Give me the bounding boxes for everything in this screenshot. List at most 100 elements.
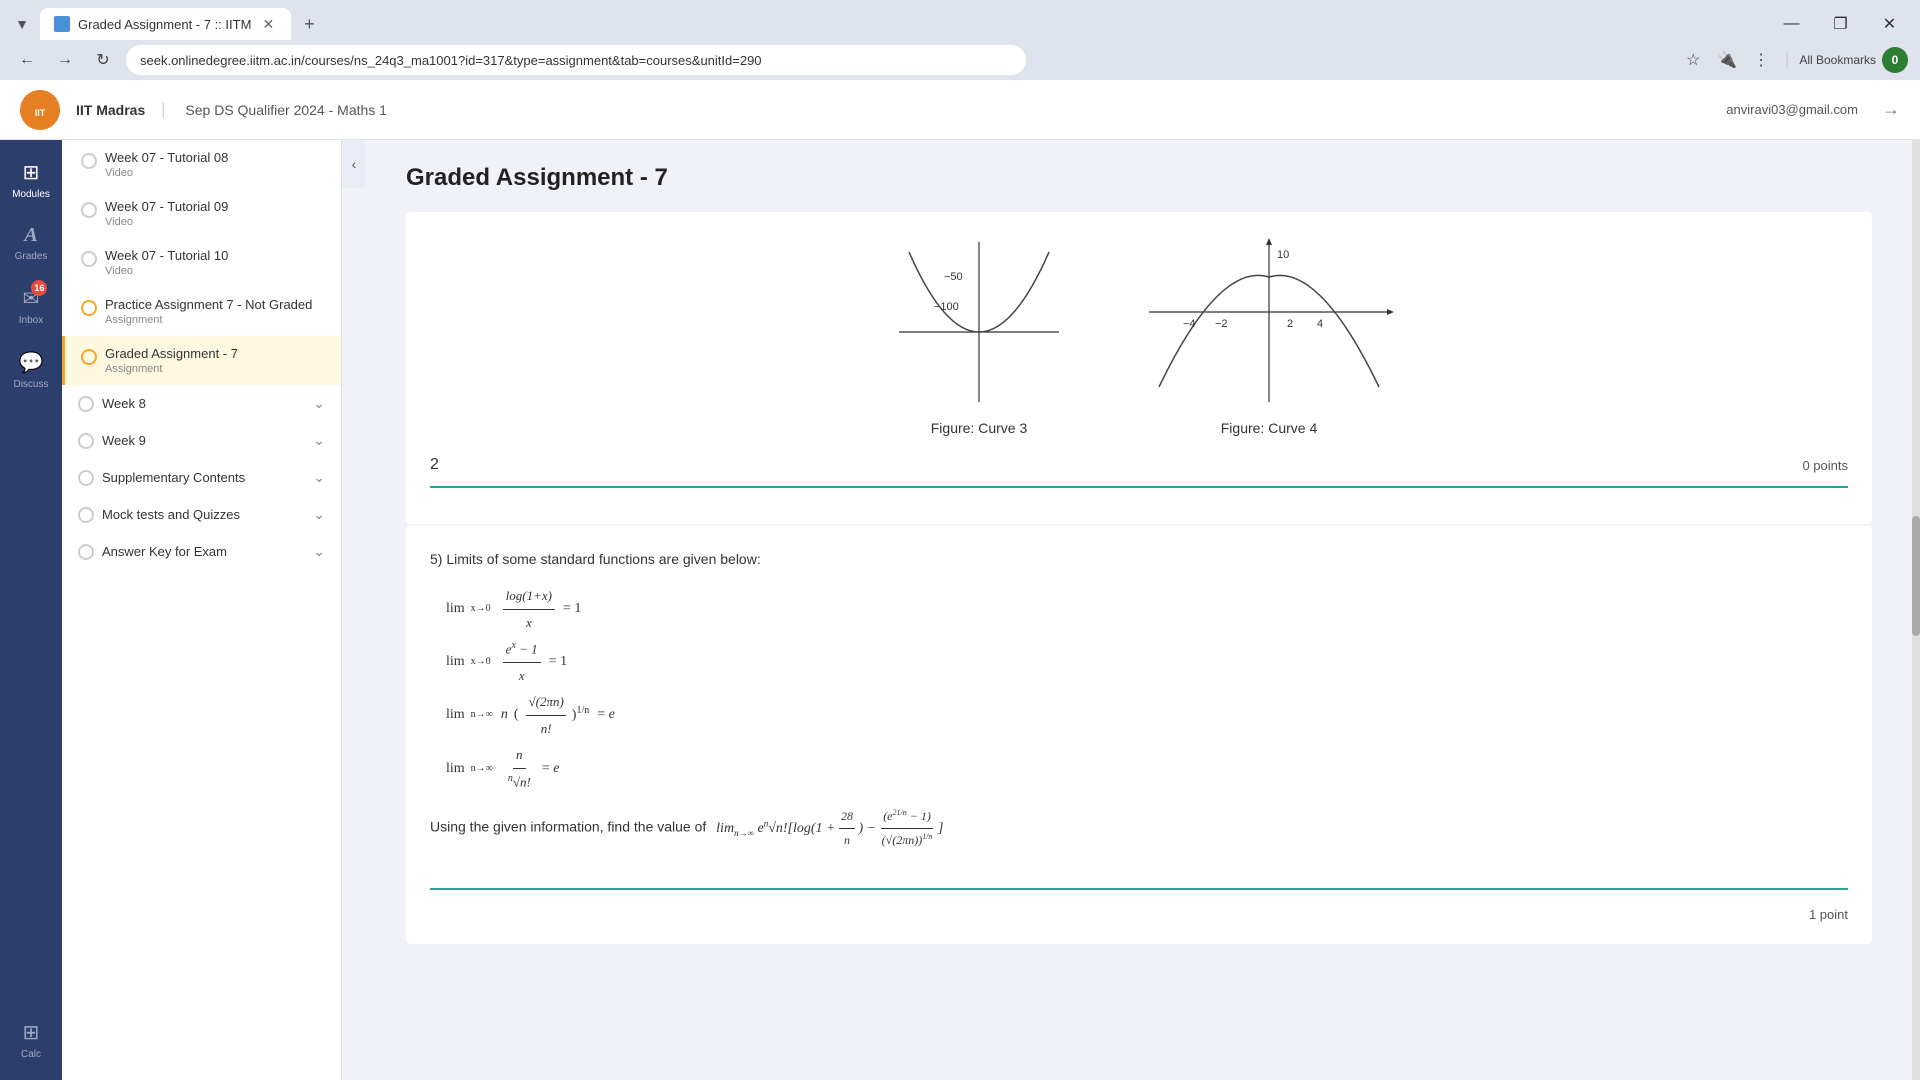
bookmark-star-icon[interactable]: ☆ xyxy=(1679,46,1707,74)
close-button[interactable]: ✕ xyxy=(1867,9,1912,39)
sidebar-dot-mock xyxy=(78,507,94,523)
sidebar-section-answer-key[interactable]: Answer Key for Exam ⌄ xyxy=(62,533,341,570)
chevron-down-icon-mock: ⌄ xyxy=(313,506,325,523)
svg-text:−4: −4 xyxy=(1183,318,1196,330)
sidebar-title-w07t08: Week 07 - Tutorial 08 xyxy=(105,150,325,165)
main-layout: ⊞ Modules A Grades ✉ 16 Inbox 💬 Discuss … xyxy=(0,140,1920,1080)
sidebar-sub-w07t10: Video xyxy=(105,265,325,277)
question5-points: 1 point xyxy=(1809,907,1848,922)
left-nav: ⊞ Modules A Grades ✉ 16 Inbox 💬 Discuss … xyxy=(0,140,62,1080)
sidebar-section-mock[interactable]: Mock tests and Quizzes ⌄ xyxy=(62,496,341,533)
curve3-svg: −50 −100 xyxy=(879,232,1079,412)
right-scrollbar[interactable] xyxy=(1912,140,1920,1080)
svg-text:−50: −50 xyxy=(944,271,963,283)
active-tab[interactable]: Graded Assignment - 7 :: IITM ✕ xyxy=(40,8,291,40)
browser-icons: ☆ 🔌 ⋮ | All Bookmarks 0 xyxy=(1679,46,1908,74)
sidebar-item-w07t08[interactable]: Week 07 - Tutorial 08 Video xyxy=(62,140,341,189)
sidebar-item-ga7[interactable]: Graded Assignment - 7 Assignment xyxy=(62,336,341,385)
forward-button[interactable]: → xyxy=(50,45,80,75)
sidebar-title-w07t10: Week 07 - Tutorial 10 xyxy=(105,248,325,263)
svg-text:−2: −2 xyxy=(1215,318,1228,330)
discuss-label: Discuss xyxy=(13,379,48,390)
formula3: lim n→∞ n ( √(2πn) n! )1/n = e xyxy=(446,689,1848,742)
profile-circle[interactable]: 0 xyxy=(1882,47,1908,73)
figure-curve4: −4 −2 2 4 10 Figure: Curve 4 xyxy=(1139,232,1399,436)
sidebar-section-title-week9: Week 9 xyxy=(102,433,305,448)
formula2: lim x→0 ex − 1 x = 1 xyxy=(446,636,1848,689)
sidebar-item-modules[interactable]: ⊞ Modules xyxy=(0,150,62,210)
question2-points: 0 points xyxy=(1802,458,1848,473)
modules-icon: ⊞ xyxy=(23,160,40,185)
sidebar-title-ga7: Graded Assignment - 7 xyxy=(105,346,325,361)
sidebar-sub-ga7: Assignment xyxy=(105,363,325,375)
question5-text: Using the given information, find the va… xyxy=(430,805,1848,852)
question5-teal-line xyxy=(430,888,1848,890)
modules-label: Modules xyxy=(12,189,50,200)
bookmarks-text[interactable]: All Bookmarks xyxy=(1799,53,1876,67)
question5-content: 5) Limits of some standard functions are… xyxy=(430,546,1848,852)
course-title: Sep DS Qualifier 2024 - Maths 1 xyxy=(185,102,387,118)
sidebar-section-title-week8: Week 8 xyxy=(102,396,305,411)
sidebar-dot-supplementary xyxy=(78,470,94,486)
minimize-button[interactable]: — xyxy=(1769,9,1814,39)
sidebar-item-discuss[interactable]: 💬 Discuss xyxy=(0,340,62,400)
svg-text:IIT: IIT xyxy=(35,108,46,118)
sidebar-section-week9[interactable]: Week 9 ⌄ xyxy=(62,422,341,459)
extension-icon[interactable]: 🔌 xyxy=(1713,46,1741,74)
address-bar-row: ← → ↻ ☆ 🔌 ⋮ | All Bookmarks 0 xyxy=(0,40,1920,80)
question2-number-row: 2 0 points xyxy=(430,456,1848,474)
sidebar-dot-week9 xyxy=(78,433,94,449)
sidebar-item-inbox[interactable]: ✉ 16 Inbox xyxy=(0,276,62,336)
page-title: Graded Assignment - 7 xyxy=(406,164,1872,192)
question-card-5: 5) Limits of some standard functions are… xyxy=(406,526,1872,944)
question-card-2: −50 −100 Figure: Curve 3 xyxy=(406,212,1872,524)
sidebar-section-title-supplementary: Supplementary Contents xyxy=(102,470,305,485)
sidebar-dot-w07t09 xyxy=(81,202,97,218)
scrollbar-thumb[interactable] xyxy=(1912,516,1920,636)
browser-menu-icon[interactable]: ⋮ xyxy=(1747,46,1775,74)
calc-icon: ⊞ xyxy=(23,1020,40,1045)
reload-button[interactable]: ↻ xyxy=(88,45,118,75)
new-tab-button[interactable]: + xyxy=(295,10,323,38)
discuss-icon: 💬 xyxy=(19,350,44,375)
chevron-down-icon-week8: ⌄ xyxy=(313,395,325,412)
tab-close-button[interactable]: ✕ xyxy=(259,15,277,33)
chevron-down-icon-answer-key: ⌄ xyxy=(313,543,325,560)
user-email: anviravi03@gmail.com xyxy=(1726,102,1858,117)
address-input[interactable] xyxy=(126,45,1026,75)
sidebar-collapse-button[interactable]: ‹ xyxy=(342,140,366,188)
formula4: lim n→∞ n n√n! = e xyxy=(446,742,1848,795)
sidebar-dot-ga7 xyxy=(81,349,97,365)
sidebar-item-w07t10[interactable]: Week 07 - Tutorial 10 Video xyxy=(62,238,341,287)
sidebar-title-w07t09: Week 07 - Tutorial 09 xyxy=(105,199,325,214)
sidebar-item-pa7[interactable]: Practice Assignment 7 - Not Graded Assig… xyxy=(62,287,341,336)
question2-number: 2 xyxy=(430,456,439,474)
sidebar-sub-pa7: Assignment xyxy=(105,314,325,326)
logout-button[interactable]: → xyxy=(1882,99,1900,120)
sidebar-section-supplementary[interactable]: Supplementary Contents ⌄ xyxy=(62,459,341,496)
question2-teal-line xyxy=(430,486,1848,488)
institute-name: IIT Madras xyxy=(76,102,145,118)
back-button[interactable]: ← xyxy=(12,45,42,75)
sidebar-item-w07t09[interactable]: Week 07 - Tutorial 09 Video xyxy=(62,189,341,238)
sidebar-dot-w07t10 xyxy=(81,251,97,267)
curve3-caption: Figure: Curve 3 xyxy=(931,420,1027,436)
sidebar-dot-answer-key xyxy=(78,544,94,560)
tab-scroll-left[interactable]: ▼ xyxy=(8,10,36,38)
inbox-badge: 16 xyxy=(31,280,47,296)
chevron-down-icon-week9: ⌄ xyxy=(313,432,325,449)
svg-text:−100: −100 xyxy=(934,301,959,313)
restore-button[interactable]: ❐ xyxy=(1818,9,1863,39)
tab-favicon xyxy=(54,16,70,32)
chevron-down-icon-supplementary: ⌄ xyxy=(313,469,325,486)
sidebar-item-calc[interactable]: ⊞ Calc xyxy=(0,1010,62,1070)
sidebar-item-grades[interactable]: A Grades xyxy=(0,214,62,272)
sidebar-section-week8[interactable]: Week 8 ⌄ xyxy=(62,385,341,422)
sidebar-sub-w07t08: Video xyxy=(105,167,325,179)
browser-chrome: ▼ Graded Assignment - 7 :: IITM ✕ + — ❐ … xyxy=(0,0,1920,80)
tab-title: Graded Assignment - 7 :: IITM xyxy=(78,17,251,32)
figure-curve3: −50 −100 Figure: Curve 3 xyxy=(879,232,1079,436)
sidebar-sub-w07t09: Video xyxy=(105,216,325,228)
svg-text:2: 2 xyxy=(1287,318,1293,330)
sidebar-section-title-answer-key: Answer Key for Exam xyxy=(102,544,305,559)
